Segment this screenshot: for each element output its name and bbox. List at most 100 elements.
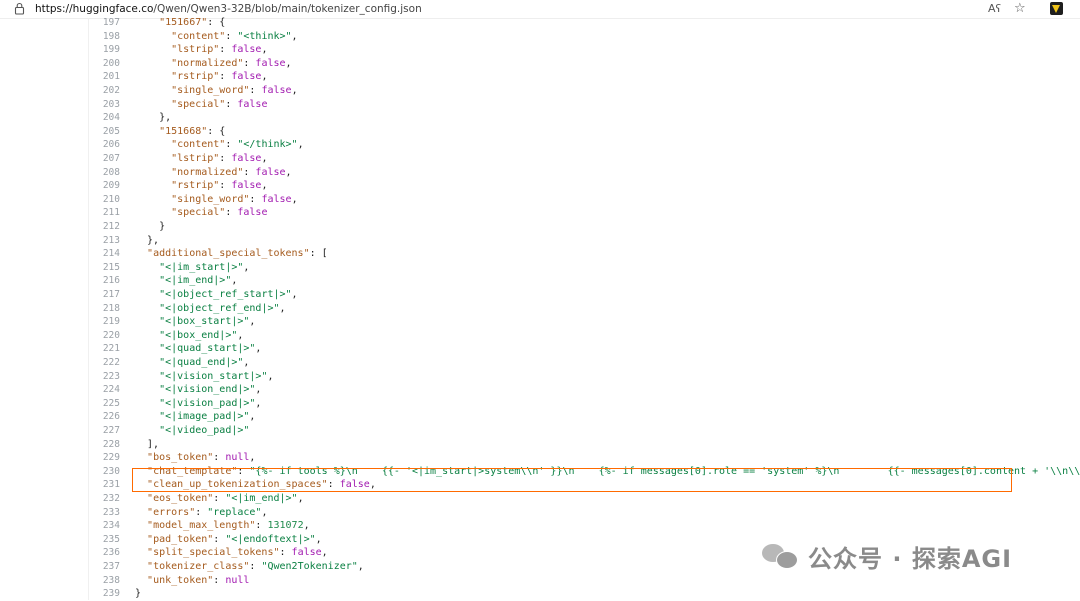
code-token: "rstrip"	[171, 71, 220, 83]
code-token: "special"	[171, 98, 226, 110]
code-token: false	[291, 547, 322, 559]
code-line: },	[135, 234, 159, 248]
code-token: }	[135, 588, 142, 600]
code-token: "<|vision_end|>"	[159, 384, 256, 396]
code-token: "errors"	[147, 506, 196, 518]
code-line: "single_word": false,	[135, 193, 297, 207]
line-number: 204	[102, 112, 120, 124]
code-token: false	[255, 166, 286, 178]
line-number: 213	[102, 234, 120, 246]
code-line: "<|im_start|>",	[135, 261, 249, 275]
line-number: 239	[102, 588, 120, 600]
code-token: ,	[321, 547, 328, 559]
code-token: ,	[279, 302, 286, 314]
line-number: 211	[102, 207, 120, 219]
code-line: "special": false	[135, 206, 267, 220]
line-number: 218	[102, 302, 120, 314]
line-number: 223	[102, 370, 120, 382]
code-token: ,	[291, 30, 298, 42]
code-token: :	[225, 207, 238, 219]
code-token: ,	[315, 533, 322, 545]
code-token: ,	[255, 343, 262, 355]
line-number: 208	[102, 166, 120, 178]
code-line: "tokenizer_class": "Qwen2Tokenizer",	[135, 560, 364, 574]
code-line: "content": "<think>",	[135, 30, 298, 44]
code-token: ,	[255, 397, 262, 409]
code-token: "<|object_ref_end|>"	[159, 302, 280, 314]
line-number: 198	[102, 30, 120, 42]
code-token: :	[219, 71, 232, 83]
line-number: 219	[102, 316, 120, 328]
line-number: 225	[102, 397, 120, 409]
line-number: 229	[102, 452, 120, 464]
code-token: }	[135, 221, 166, 232]
code-token: "split_special_tokens"	[147, 547, 280, 559]
watermark-text: 公众号 · 探索AGI	[808, 544, 1013, 573]
code-token: :	[243, 166, 256, 178]
code-line: "<|box_start|>",	[135, 315, 255, 329]
code-token: : {	[207, 17, 226, 28]
code-token: "special"	[171, 207, 226, 219]
code-line: "normalized": false,	[135, 166, 291, 180]
line-number: 212	[102, 221, 120, 232]
code-token: "lstrip"	[171, 44, 220, 56]
line-number: 205	[102, 125, 120, 137]
line-number: 235	[102, 533, 120, 545]
code-token: false	[231, 153, 262, 164]
code-token: "<|box_start|>"	[159, 316, 250, 328]
code-token: "tokenizer_class"	[147, 561, 250, 572]
code-token: :	[225, 139, 238, 151]
code-token: "<|quad_start|>"	[159, 343, 256, 355]
code-token: false	[231, 180, 262, 192]
code-token: false	[231, 44, 262, 56]
code-token: :	[213, 452, 226, 464]
code-token: "lstrip"	[171, 153, 220, 164]
code-token: :	[249, 561, 262, 572]
code-token: "model_max_length"	[147, 520, 256, 532]
code-line: "<|vision_start|>",	[135, 370, 273, 384]
code-token: :	[249, 85, 262, 96]
code-token: },	[135, 234, 160, 246]
code-token: :	[225, 30, 238, 42]
code-line: "model_max_length": 131072,	[135, 519, 310, 533]
code-token: "unk_token"	[147, 574, 214, 586]
code-line: "<|object_ref_end|>",	[135, 302, 286, 316]
code-line: "151668": {	[135, 125, 225, 139]
code-line: "content": "</think>",	[135, 138, 303, 152]
code-token: ,	[261, 180, 268, 192]
code-token: "rstrip"	[171, 180, 220, 192]
code-line: "rstrip": false,	[135, 179, 267, 193]
code-line: "rstrip": false,	[135, 70, 267, 84]
code-token: "bos_token"	[147, 452, 214, 464]
line-number: 197	[102, 17, 120, 28]
code-token: "pad_token"	[147, 533, 214, 545]
code-token: ,	[243, 357, 250, 368]
line-number: 206	[102, 139, 120, 151]
code-token: "151668"	[159, 125, 208, 137]
code-line: "<|quad_start|>",	[135, 342, 261, 356]
line-number: 224	[102, 384, 120, 396]
line-number: 221	[102, 343, 120, 355]
line-number: 207	[102, 153, 120, 164]
code-token: ,	[237, 329, 244, 341]
line-number: 200	[102, 57, 120, 69]
code-token: "Qwen2Tokenizer"	[261, 561, 358, 572]
code-line: "bos_token": null,	[135, 451, 255, 465]
line-number: 238	[102, 574, 120, 586]
